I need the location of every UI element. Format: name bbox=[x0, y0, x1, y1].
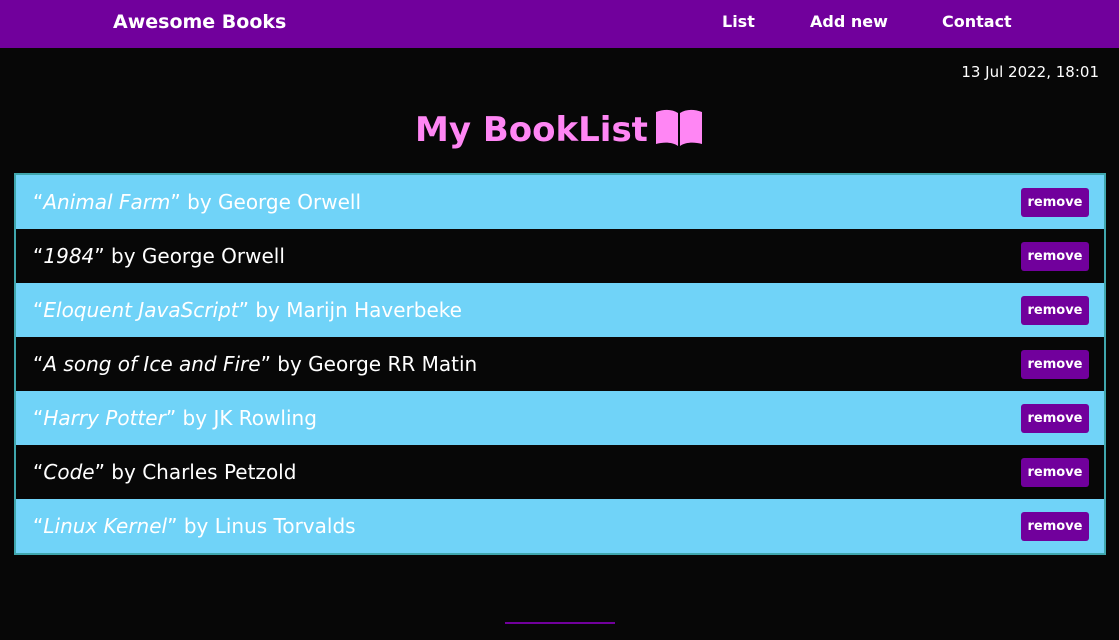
remove-book-button[interactable]: remove bbox=[1021, 350, 1089, 379]
book-by-separator: ” by bbox=[167, 514, 215, 538]
book-entry-text: “Linux Kernel” by Linus Torvalds bbox=[33, 514, 356, 538]
page-title: My BookList bbox=[0, 104, 1119, 156]
book-entry-text: “Code” by Charles Petzold bbox=[33, 460, 297, 484]
book-title: A song of Ice and Fire bbox=[43, 352, 261, 376]
remove-book-button[interactable]: remove bbox=[1021, 242, 1089, 271]
remove-book-button[interactable]: remove bbox=[1021, 188, 1089, 217]
book-title: Code bbox=[43, 460, 95, 484]
nav-link-add-new[interactable]: Add new bbox=[810, 0, 888, 48]
book-row: “Code” by Charles Petzold remove bbox=[16, 445, 1104, 499]
book-author: George RR Matin bbox=[308, 352, 478, 376]
remove-book-button[interactable]: remove bbox=[1021, 512, 1089, 541]
remove-book-button[interactable]: remove bbox=[1021, 296, 1089, 325]
book-by-separator: ” by bbox=[260, 352, 309, 376]
book-author: George Orwell bbox=[141, 244, 285, 268]
book-row: “Animal Farm” by George Orwell remove bbox=[16, 175, 1104, 229]
book-author: Linus Torvalds bbox=[214, 514, 356, 538]
book-author: Charles Petzold bbox=[142, 460, 297, 484]
book-row: “Eloquent JavaScript” by Marijn Haverbek… bbox=[16, 283, 1104, 337]
book-entry-text: “Harry Potter” by JK Rowling bbox=[33, 406, 317, 430]
book-entry-text: “A song of Ice and Fire” by George RR Ma… bbox=[33, 352, 478, 376]
book-entry-text: “1984” by George Orwell bbox=[33, 244, 285, 268]
book-row: “Linux Kernel” by Linus Torvalds remove bbox=[16, 499, 1104, 553]
book-title: Harry Potter bbox=[43, 406, 166, 430]
book-row: “1984” by George Orwell remove bbox=[16, 229, 1104, 283]
book-entry-text: “Animal Farm” by George Orwell bbox=[33, 190, 362, 214]
book-by-separator: ” by bbox=[94, 244, 142, 268]
book-title: Animal Farm bbox=[43, 190, 171, 214]
book-entry-text: “Eloquent JavaScript” by Marijn Haverbek… bbox=[33, 298, 462, 322]
brand-logo[interactable]: Awesome Books bbox=[113, 0, 286, 48]
remove-book-button[interactable]: remove bbox=[1021, 458, 1089, 487]
open-book-icon bbox=[655, 109, 702, 146]
book-title: 1984 bbox=[43, 244, 95, 268]
nav-link-contact[interactable]: Contact bbox=[942, 0, 1012, 48]
book-row: “A song of Ice and Fire” by George RR Ma… bbox=[16, 337, 1104, 391]
book-author: JK Rowling bbox=[213, 406, 317, 430]
book-by-separator: ” by bbox=[94, 460, 143, 484]
book-author: Marijn Haverbeke bbox=[286, 298, 462, 322]
book-by-separator: ” by bbox=[238, 298, 287, 322]
book-list: “Animal Farm” by George Orwell remove “198… bbox=[14, 173, 1106, 555]
page-title-text: My BookList bbox=[415, 110, 648, 150]
book-row: “Harry Potter” by JK Rowling remove bbox=[16, 391, 1104, 445]
book-title: Linux Kernel bbox=[43, 514, 168, 538]
nav-link-list[interactable]: List bbox=[722, 0, 755, 48]
footer-divider bbox=[505, 622, 615, 624]
book-by-separator: ” by bbox=[170, 190, 219, 214]
book-by-separator: ” by bbox=[165, 406, 214, 430]
current-datetime: 13 Jul 2022, 18:01 bbox=[961, 63, 1099, 81]
book-title: Eloquent JavaScript bbox=[43, 298, 239, 322]
navbar: Awesome Books List Add new Contact bbox=[0, 0, 1119, 48]
book-author: George Orwell bbox=[218, 190, 362, 214]
remove-book-button[interactable]: remove bbox=[1021, 404, 1089, 433]
